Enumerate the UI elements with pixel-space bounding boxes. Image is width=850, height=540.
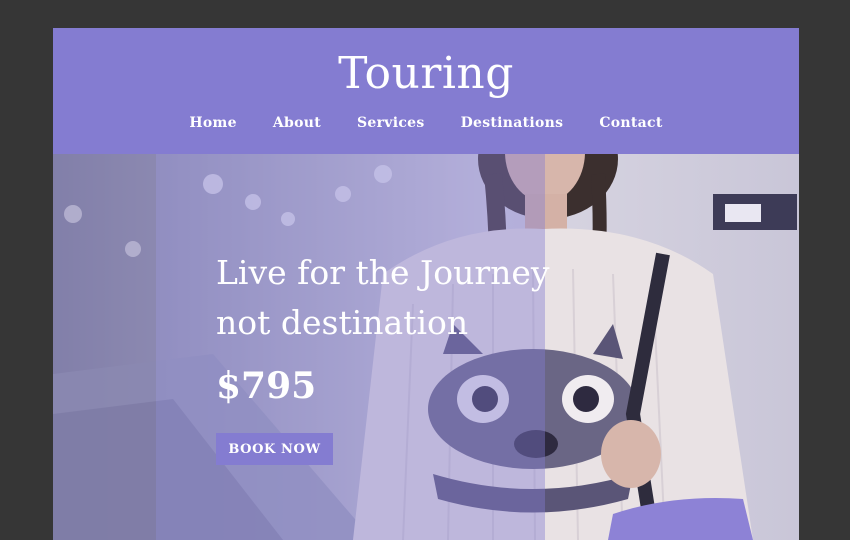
nav-services[interactable]: Services [357,114,425,132]
main-nav: Home About Services Destinations Contact [53,114,799,132]
newsletter-page: Touring Home About Services Destinations… [53,28,799,540]
header: Touring Home About Services Destinations… [53,28,799,154]
headline-line-1: Live for the Journey [216,253,550,292]
hero-overlay-left [53,154,156,540]
hero-headline: Live for the Journey not destination [216,248,596,348]
headline-line-2: not destination [216,303,469,342]
price-label: $795 [216,365,317,407]
brand-logo[interactable]: Touring [53,46,799,102]
book-now-button[interactable]: BOOK NOW [216,433,333,465]
nav-about[interactable]: About [273,114,321,132]
nav-contact[interactable]: Contact [599,114,662,132]
nav-home[interactable]: Home [189,114,237,132]
hero-banner: Live for the Journey not destination $79… [53,154,799,540]
nav-destinations[interactable]: Destinations [461,114,564,132]
